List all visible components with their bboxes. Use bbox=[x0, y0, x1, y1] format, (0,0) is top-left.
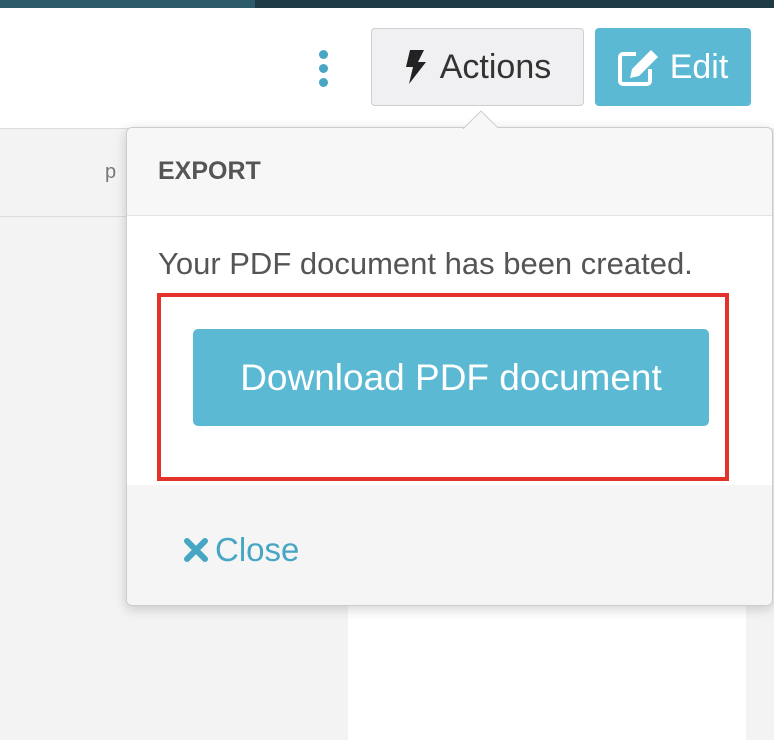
actions-label: Actions bbox=[439, 47, 552, 86]
obscured-header-text: p bbox=[105, 161, 117, 183]
x-icon bbox=[183, 537, 209, 563]
vertical-ellipsis-icon bbox=[318, 77, 328, 87]
export-popover: EXPORT Your PDF document has been create… bbox=[126, 127, 773, 606]
popover-title: EXPORT bbox=[127, 128, 772, 216]
edit-button[interactable]: Edit bbox=[595, 28, 751, 106]
close-button[interactable]: Close bbox=[183, 530, 299, 570]
export-status-message: Your PDF document has been created. bbox=[158, 246, 693, 281]
more-options-button[interactable] bbox=[310, 48, 336, 88]
edit-label: Edit bbox=[669, 47, 729, 86]
top-bar bbox=[0, 0, 774, 8]
close-label: Close bbox=[215, 531, 300, 568]
actions-button[interactable]: Actions bbox=[371, 28, 584, 106]
highlight-annotation bbox=[157, 293, 729, 481]
vertical-ellipsis-icon bbox=[318, 49, 328, 59]
popover-arrow bbox=[462, 110, 498, 129]
top-bar-accent bbox=[0, 0, 255, 8]
pencil-square-icon bbox=[617, 48, 660, 86]
vertical-ellipsis-icon bbox=[318, 63, 328, 73]
lightning-bolt-icon bbox=[404, 50, 426, 84]
